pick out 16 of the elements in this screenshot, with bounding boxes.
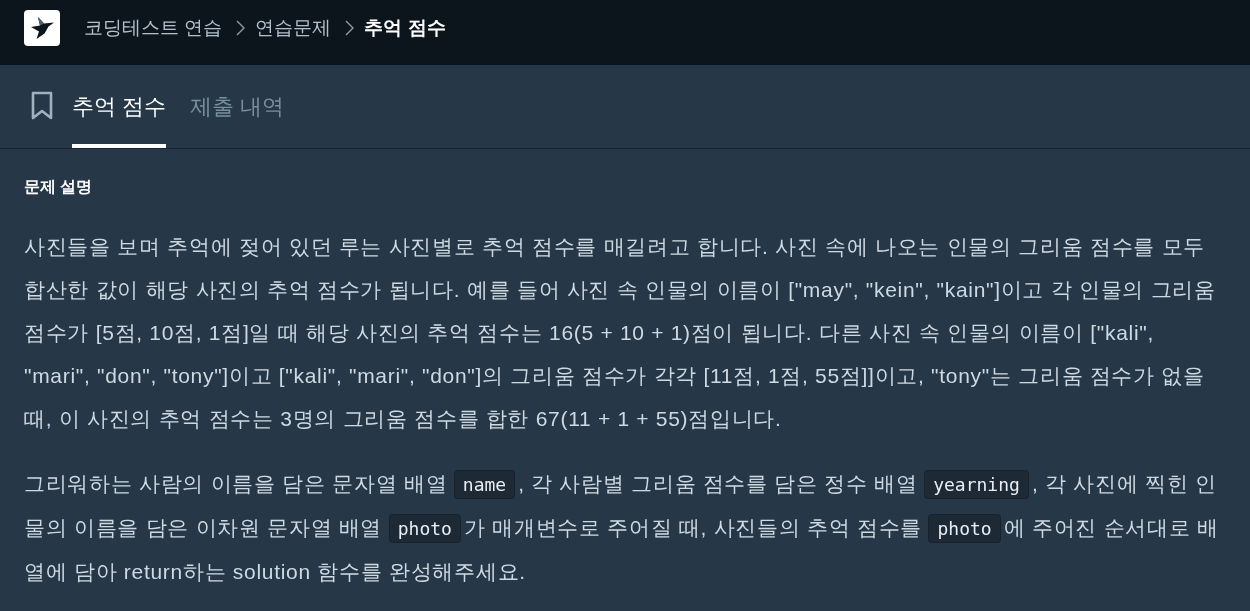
tab[interactable]: 제출 내역 (190, 65, 285, 148)
bird-logo-icon[interactable] (24, 10, 60, 46)
section-heading: 문제 설명 (24, 177, 94, 197)
inline-code: photo (388, 514, 461, 543)
breadcrumb-link[interactable]: 추억 점수 (364, 14, 446, 41)
chevron-right-icon (345, 19, 355, 36)
chevron-right-icon (236, 19, 246, 36)
breadcrumb-link[interactable]: 연습문제 (255, 14, 332, 41)
tab[interactable]: 추억 점수 (72, 65, 167, 148)
inline-code: photo (928, 514, 1001, 543)
description-paragraph: 사진들을 보며 추억에 젖어 있던 루는 사진별로 추억 점수를 매길려고 합니다. 사진 속에 나오는 인물의 그리움 점수를 모두 합산한 값이 해당 사진의 추억 점수가 됩니다. 예를 들어 사진 속 인물의 이름이 ["may", "kein", "kain"]이고 각 인물의 그리움 점수가 [5점, 10점, 1점]일 때 해당 사진의 추억 점수는 16(5 + 10 + 1)점이 됩니다. 다른 사진 속 인물의 이름이 ["kali", "mari", "don", "tony"]이고 ["kali", "mari", "don"]의 그리움 점수가 각각 [11점, 1점, 55점]]이고, "tony"는 그리움 점수가 없을 때, 이 사진의 추억 점수는 3명의 그리움 점수를 합한 67(11 + 1 + 55)점입니다. (24, 234, 1217, 432)
breadcrumb-link[interactable]: 코딩테스트 연습 (84, 14, 223, 41)
inline-code: yearning (924, 470, 1029, 499)
bookmark-icon[interactable] (30, 91, 54, 120)
description-paragraph: 그리워하는 사람의 이름을 담은 문자열 배열 name , 각 사람별 그리움 점수를 담은 정수 배열 yearning , 각 사진에 찍힌 인물의 이름을 담은 이차원 문자열 배열 photo 가 매개변수로 주어질 때, 사진들의 추억 점수를 photo 에 주어진 순서대로 배열에 담아 return하는 solution 함수를 완성해주세요. (24, 469, 1220, 585)
inline-code: name (453, 470, 516, 499)
